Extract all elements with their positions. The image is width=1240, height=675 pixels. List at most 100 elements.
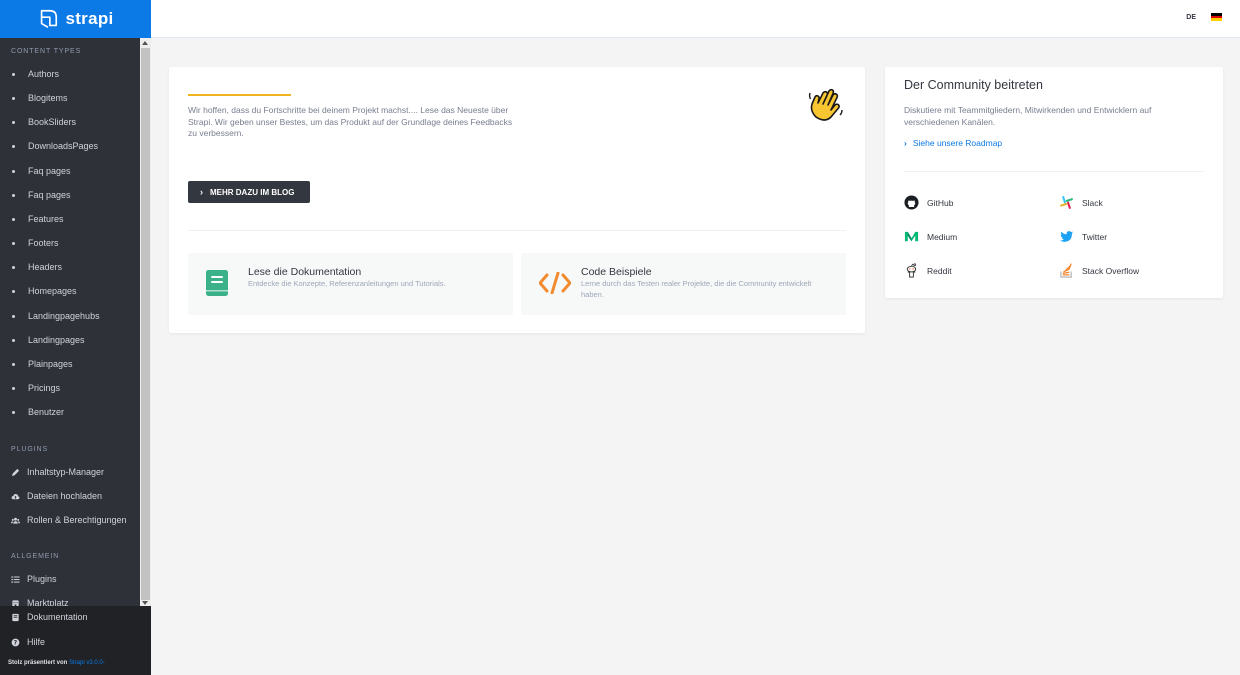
brand-name: strapi xyxy=(65,9,114,28)
powered-text: Stolz präsentiert von xyxy=(8,660,68,666)
sidebar-item-footers[interactable]: Footers xyxy=(11,236,59,250)
sidebar-item-label: Landingpagehubs xyxy=(28,311,100,321)
powered-by: Stolz präsentiert von Strapi v3.0.0- xyxy=(8,660,105,666)
sidebar-item-label: Faq pages xyxy=(28,190,71,200)
sidebar-item-blogitems[interactable]: Blogitems xyxy=(11,91,68,105)
german-flag-icon[interactable] xyxy=(1211,13,1222,21)
sidebar-item-label: DownloadsPages xyxy=(28,141,99,151)
sidebar-item-label: Pricings xyxy=(28,383,61,393)
sidebar-item-label: Benutzer xyxy=(28,407,65,417)
sidebar-nav: Content Types Authors Blogitems BookSlid… xyxy=(0,38,151,606)
reddit-label: Reddit xyxy=(927,265,952,276)
sidebar-item-faq-pages-2[interactable]: Faq pages xyxy=(11,188,71,202)
sidebar-item-label: Plugins xyxy=(27,574,57,584)
sidebar-item-documentation[interactable]: Dokumentation xyxy=(11,612,88,622)
book-icon xyxy=(12,613,19,621)
brand-header[interactable]: strapi xyxy=(0,0,151,38)
chevron-right-icon: › xyxy=(200,187,203,197)
bullet-icon xyxy=(12,193,15,197)
slack-icon xyxy=(1060,196,1073,209)
roadmap-link[interactable]: › Siehe unsere Roadmap xyxy=(904,138,1002,148)
sidebar-item-label: Features xyxy=(28,214,64,224)
bullet-icon xyxy=(12,96,15,100)
sidebar-item-features[interactable]: Features xyxy=(11,212,64,226)
strapi-logo-icon xyxy=(41,9,58,28)
sidebar-item-homepages[interactable]: Homepages xyxy=(11,284,77,298)
slack-label: Slack xyxy=(1082,197,1103,208)
stackoverflow-label: Stack Overflow xyxy=(1082,265,1140,276)
sidebar-item-headers[interactable]: Headers xyxy=(11,260,62,274)
sidebar-item-label: BookSliders xyxy=(28,117,77,127)
sidebar-item-label: Footers xyxy=(28,238,59,248)
roadmap-label: Siehe unsere Roadmap xyxy=(912,138,1003,148)
sidebar-item-landingpagehubs[interactable]: Landingpagehubs xyxy=(11,309,100,323)
bullet-icon xyxy=(12,410,15,414)
divider xyxy=(188,230,846,231)
sidebar-item-label: Landingpages xyxy=(28,335,85,345)
sidebar-item-content-type-builder[interactable]: Inhaltstyp-Manager xyxy=(11,465,104,479)
slack-link[interactable]: Slack xyxy=(1059,195,1103,210)
community-description: Diskutiere mit Teammitgliedern, Mitwirke… xyxy=(904,105,1152,127)
sidebar-item-label: Authors xyxy=(28,69,60,79)
sidebar-item-help[interactable]: ? Hilfe xyxy=(11,637,45,647)
bullet-icon xyxy=(12,217,15,221)
language-selector[interactable]: DE xyxy=(1186,14,1196,21)
bullet-icon xyxy=(12,314,15,318)
scrollbar-thumb[interactable] xyxy=(141,48,150,600)
bullet-icon xyxy=(12,386,15,390)
medium-link[interactable]: Medium xyxy=(904,229,957,244)
sidebar-item-label: Hilfe xyxy=(27,637,46,647)
scroll-down-icon[interactable] xyxy=(142,601,148,605)
welcome-intro-text: Wir hoffen, dass du Fortschritte bei dei… xyxy=(188,105,513,138)
sidebar-item-label: Rollen & Berechtigungen xyxy=(27,515,127,525)
sidebar-item-plainpages[interactable]: Plainpages xyxy=(11,357,73,371)
code-examples-tile[interactable]: Code Beispiele Lerne durch das Testen re… xyxy=(521,253,846,315)
sidebar-item-booksliders[interactable]: BookSliders xyxy=(11,115,76,129)
code-examples-subtitle: Lerne durch das Testen realer Projekte, … xyxy=(581,279,812,299)
pencil-icon xyxy=(11,468,20,476)
sidebar-item-authors[interactable]: Authors xyxy=(11,67,59,81)
twitter-link[interactable]: Twitter xyxy=(1059,229,1107,244)
sidebar-scrollbar[interactable] xyxy=(140,38,151,608)
scroll-up-icon[interactable] xyxy=(142,41,148,45)
code-icon xyxy=(539,272,571,294)
welcome-card: Wir hoffen, dass du Fortschritte bei dei… xyxy=(169,67,865,333)
community-title: Der Community beitreten xyxy=(904,78,1043,92)
sidebar-item-label: Inhaltstyp-Manager xyxy=(27,467,105,477)
bullet-icon xyxy=(12,265,15,269)
sidebar-item-label: Marktplatz xyxy=(27,598,69,606)
bullet-icon xyxy=(12,144,15,148)
sidebar-item-label: Faq pages xyxy=(28,166,71,176)
sidebar: strapi Content Types Authors Blogitems B… xyxy=(0,0,151,675)
sidebar-item-landingpages[interactable]: Landingpages xyxy=(11,333,85,347)
strapi-version-link[interactable]: Strapi v3.0.0- xyxy=(69,660,105,666)
sidebar-item-pricings[interactable]: Pricings xyxy=(11,381,60,395)
book-icon xyxy=(206,270,228,296)
reddit-icon xyxy=(906,263,917,278)
sidebar-item-roles-permissions[interactable]: Rollen & Berechtigungen xyxy=(11,513,127,527)
bullet-icon xyxy=(12,338,15,342)
section-title-content-types: Content Types xyxy=(11,48,82,55)
section-title-plugins: Plugins xyxy=(11,446,49,453)
sidebar-item-marketplace[interactable]: Marktplatz xyxy=(11,596,69,606)
sidebar-item-plugins[interactable]: Plugins xyxy=(11,572,57,586)
sidebar-item-upload[interactable]: Dateien hochladen xyxy=(11,489,102,503)
sidebar-item-benutzer[interactable]: Benutzer xyxy=(11,405,64,419)
sidebar-item-label: Dateien hochladen xyxy=(27,491,103,501)
sidebar-item-faq-pages[interactable]: Faq pages xyxy=(11,164,71,178)
twitter-label: Twitter xyxy=(1082,231,1108,242)
stackoverflow-link[interactable]: Stack Overflow xyxy=(1059,263,1139,278)
stackoverflow-icon xyxy=(1060,263,1072,278)
documentation-tile[interactable]: Lese die Dokumentation Entdecke die Konz… xyxy=(188,253,513,315)
divider xyxy=(904,171,1203,172)
github-link[interactable]: GitHub xyxy=(904,195,953,210)
section-title-general: Allgemein xyxy=(11,553,60,560)
documentation-subtitle: Entdecke die Konzepte, Referenzanleitung… xyxy=(248,279,446,288)
community-card: Der Community beitreten Diskutiere mit T… xyxy=(885,67,1223,298)
blog-button-label: MEHR DAZU IM BLOG xyxy=(210,187,295,197)
sidebar-item-downloadspages[interactable]: DownloadsPages xyxy=(11,139,98,153)
list-icon xyxy=(11,575,20,583)
reddit-link[interactable]: Reddit xyxy=(904,263,952,278)
blog-button[interactable]: › MEHR DAZU IM BLOG xyxy=(188,181,310,203)
github-icon xyxy=(904,195,919,210)
